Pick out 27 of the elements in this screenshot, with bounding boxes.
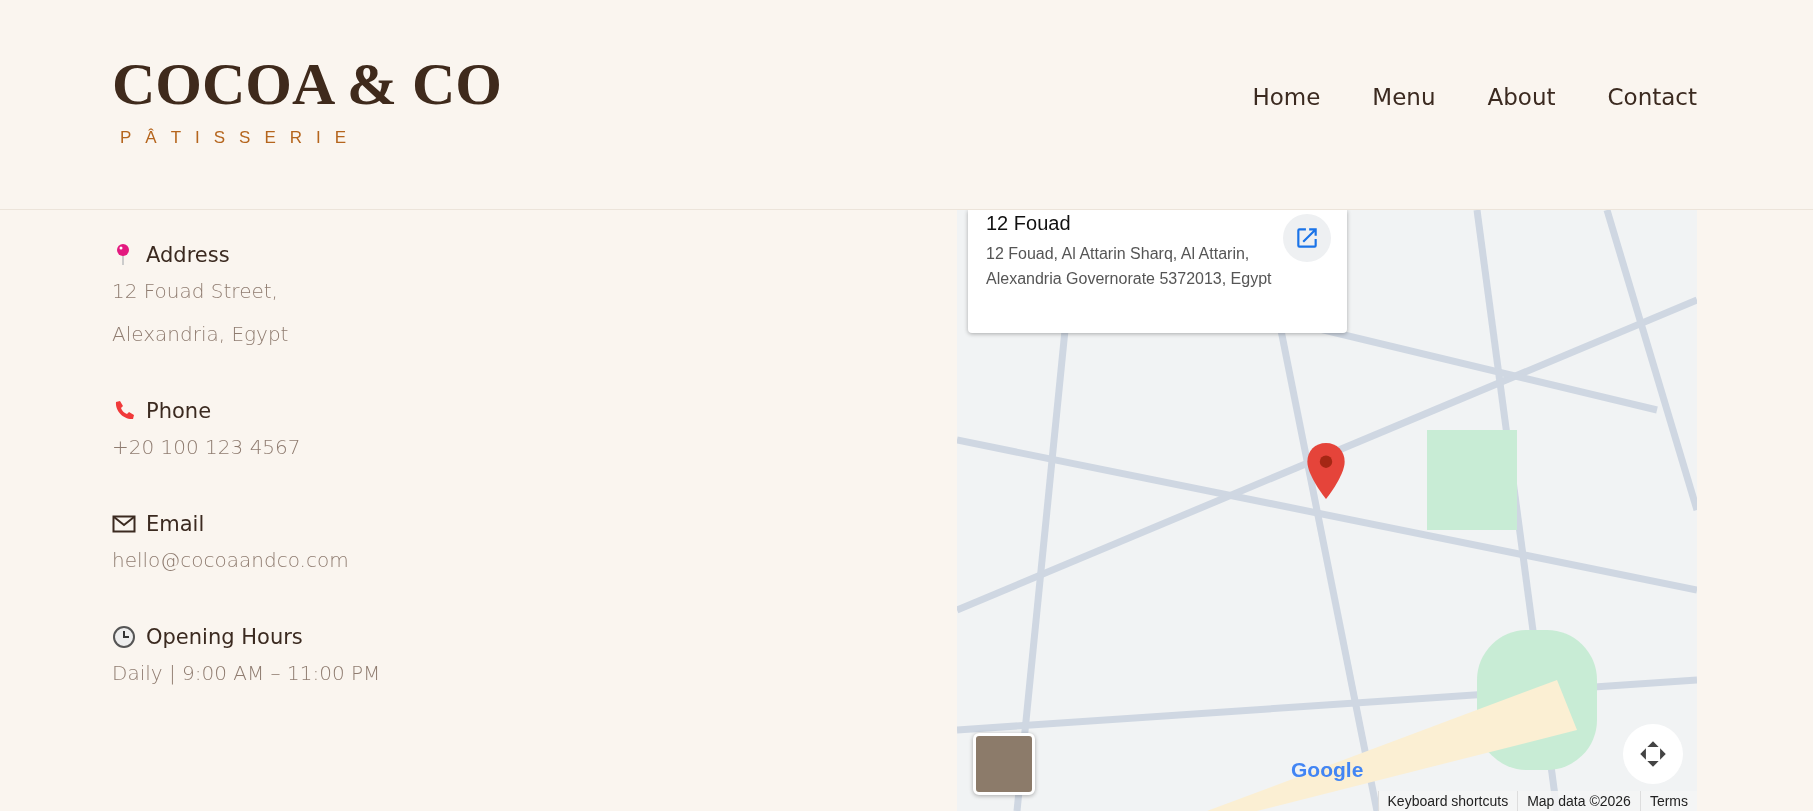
clock-icon bbox=[112, 625, 136, 649]
map-footer-link[interactable]: Map data ©2026 bbox=[1517, 791, 1640, 811]
map-pin-icon[interactable] bbox=[1306, 443, 1346, 499]
map-footer-link[interactable]: Terms bbox=[1639, 791, 1697, 811]
map-placeholder[interactable]: 12 Fouad 12 Fouad, Al Attarin Sharq, Al Attarin, Alexandria Governorate 5372013, Egypt Google Keyboard shortcuts Map data ©2026 Terms bbox=[957, 210, 1697, 811]
contact-heading: Opening Hours bbox=[146, 625, 303, 649]
contact-heading: Address bbox=[146, 243, 230, 267]
nav-link[interactable]: Menu bbox=[1372, 84, 1436, 110]
map-logo: Google bbox=[1291, 758, 1364, 782]
contact-detail: hello@cocoaandco.com bbox=[112, 547, 350, 574]
contact-heading: Phone bbox=[146, 399, 212, 423]
tagline: PÂTISSERIE bbox=[120, 128, 362, 148]
nav-link[interactable]: About bbox=[1487, 84, 1556, 110]
contact-heading: Email bbox=[146, 512, 205, 536]
logo-text: COCOA & CO bbox=[112, 50, 502, 119]
contact-detail: 12 Fouad Street, bbox=[112, 278, 279, 305]
satellite-layer-button[interactable] bbox=[973, 733, 1035, 795]
external-link-icon bbox=[1294, 225, 1320, 251]
contact-detail: Daily | 9:00 AM – 11:00 PM bbox=[112, 660, 381, 687]
map-footer-link[interactable]: Keyboard shortcuts bbox=[1377, 791, 1518, 811]
open-in-maps-button[interactable] bbox=[1283, 214, 1331, 262]
contact-detail: +20 100 123 4567 bbox=[112, 434, 302, 461]
place-title: 12 Fouad bbox=[986, 212, 1072, 235]
nav-link[interactable]: Home bbox=[1252, 84, 1321, 110]
place-address: 12 Fouad, Al Attarin Sharq, Al Attarin, Alexandria Governorate 5372013, Egypt bbox=[986, 244, 1273, 289]
nav-link[interactable]: Contact bbox=[1607, 84, 1697, 110]
contact-detail: Alexandria, Egypt bbox=[112, 321, 290, 348]
